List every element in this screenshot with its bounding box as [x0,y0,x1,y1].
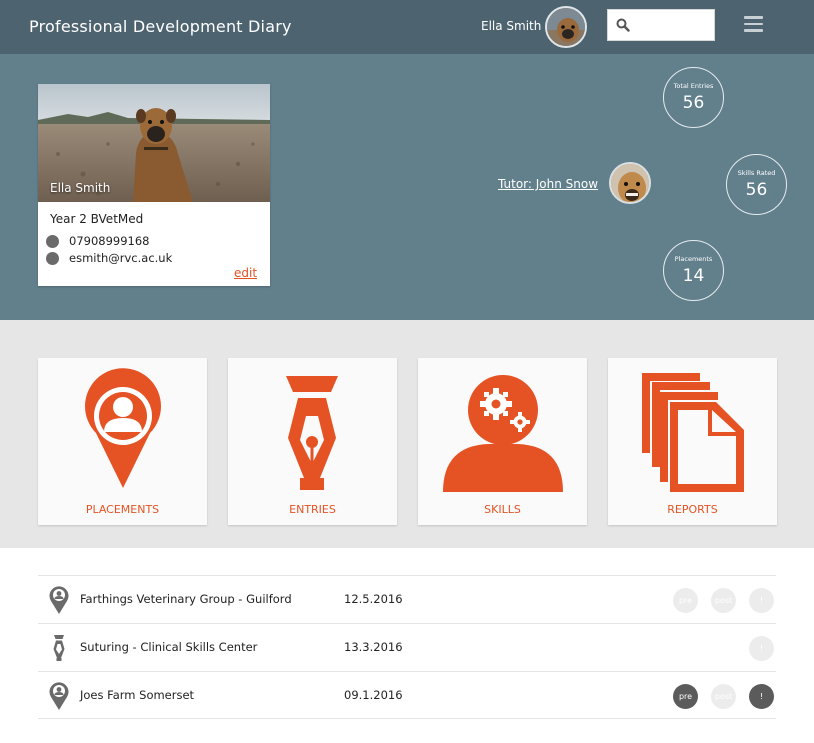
phone-icon [46,235,59,248]
search-input[interactable] [636,15,710,35]
entries-tile[interactable]: ENTRIES [228,358,397,525]
list-item[interactable]: Farthings Veterinary Group - Guilford 12… [38,575,776,623]
list-item[interactable]: Joes Farm Somerset 09.1.2016 pre post ! [38,671,776,719]
avatar[interactable] [545,6,587,48]
pen-nib-icon [53,635,65,661]
stat-label: Total Entries [673,82,714,90]
entry-name: Suturing - Clinical Skills Center [80,640,258,654]
skills-rated-stat: Skills Rated 56 [726,154,787,215]
phone-number: 07908999168 [69,234,150,248]
post-status-badge[interactable]: post [711,588,736,613]
tutor-avatar[interactable] [609,162,651,204]
search-box[interactable] [607,9,715,41]
location-pin-icon [49,682,69,710]
profile-card: Ella Smith Year 2 BVetMed 07908999168 es… [38,84,270,286]
list-divider [38,718,776,719]
placements-tile[interactable]: PLACEMENTS [38,358,207,525]
pre-status-badge[interactable]: pre [673,684,698,709]
list-item[interactable]: Suturing - Clinical Skills Center 13.3.2… [38,623,776,671]
stat-label: Skills Rated [737,169,776,177]
pre-status-badge[interactable]: pre [673,588,698,613]
reports-tile-label: REPORTS [667,503,718,516]
mail-icon [46,252,59,265]
top-bar: Professional Development Diary Ella Smit… [0,0,814,54]
documents-icon [642,373,744,492]
stat-value: 56 [682,93,705,113]
stat-value: 56 [745,180,768,200]
email-address: esmith@rvc.ac.uk [69,251,173,265]
app-title: Professional Development Diary [29,17,292,36]
entry-name: Farthings Veterinary Group - Guilford [80,592,292,606]
photo-caption-name: Ella Smith [50,181,111,195]
email-row: esmith@rvc.ac.uk [46,250,261,266]
stat-value: 14 [682,266,705,286]
hamburger-menu-icon[interactable] [744,16,766,36]
placements-stat: Placements 14 [663,240,724,301]
location-pin-icon [85,368,161,488]
location-pin-icon [49,586,69,614]
skills-tile[interactable]: SKILLS [418,358,587,525]
entry-date: 13.3.2016 [344,640,403,654]
post-status-badge[interactable]: post [711,684,736,709]
profile-photo: Ella Smith [38,84,270,202]
entries-tile-label: ENTRIES [289,503,336,516]
pen-nib-icon [286,376,338,490]
navigation-tiles: PLACEMENTS ENTRIES SKILLS REPORTS [0,320,814,548]
edit-profile-link[interactable]: edit [234,266,257,280]
phone-row: 07908999168 [46,233,261,249]
reports-tile[interactable]: REPORTS [608,358,777,525]
entry-date: 09.1.2016 [344,688,403,702]
entry-date: 12.5.2016 [344,592,403,606]
stat-label: Placements [674,255,713,263]
tutor-link[interactable]: Tutor: John Snow [498,177,598,191]
profile-hero: Ella Smith Year 2 BVetMed 07908999168 es… [0,54,814,320]
entry-name: Joes Farm Somerset [80,688,195,702]
skills-tile-label: SKILLS [484,503,521,516]
placements-tile-label: PLACEMENTS [85,503,160,516]
alert-status-badge[interactable]: ! [749,636,774,661]
alert-status-badge[interactable]: ! [749,588,774,613]
student-year: Year 2 BVetMed [50,212,144,226]
total-entries-stat: Total Entries 56 [663,67,724,128]
person-gears-icon [443,375,563,492]
alert-status-badge[interactable]: ! [749,684,774,709]
user-name[interactable]: Ella Smith [481,19,541,33]
search-icon[interactable] [616,18,630,32]
